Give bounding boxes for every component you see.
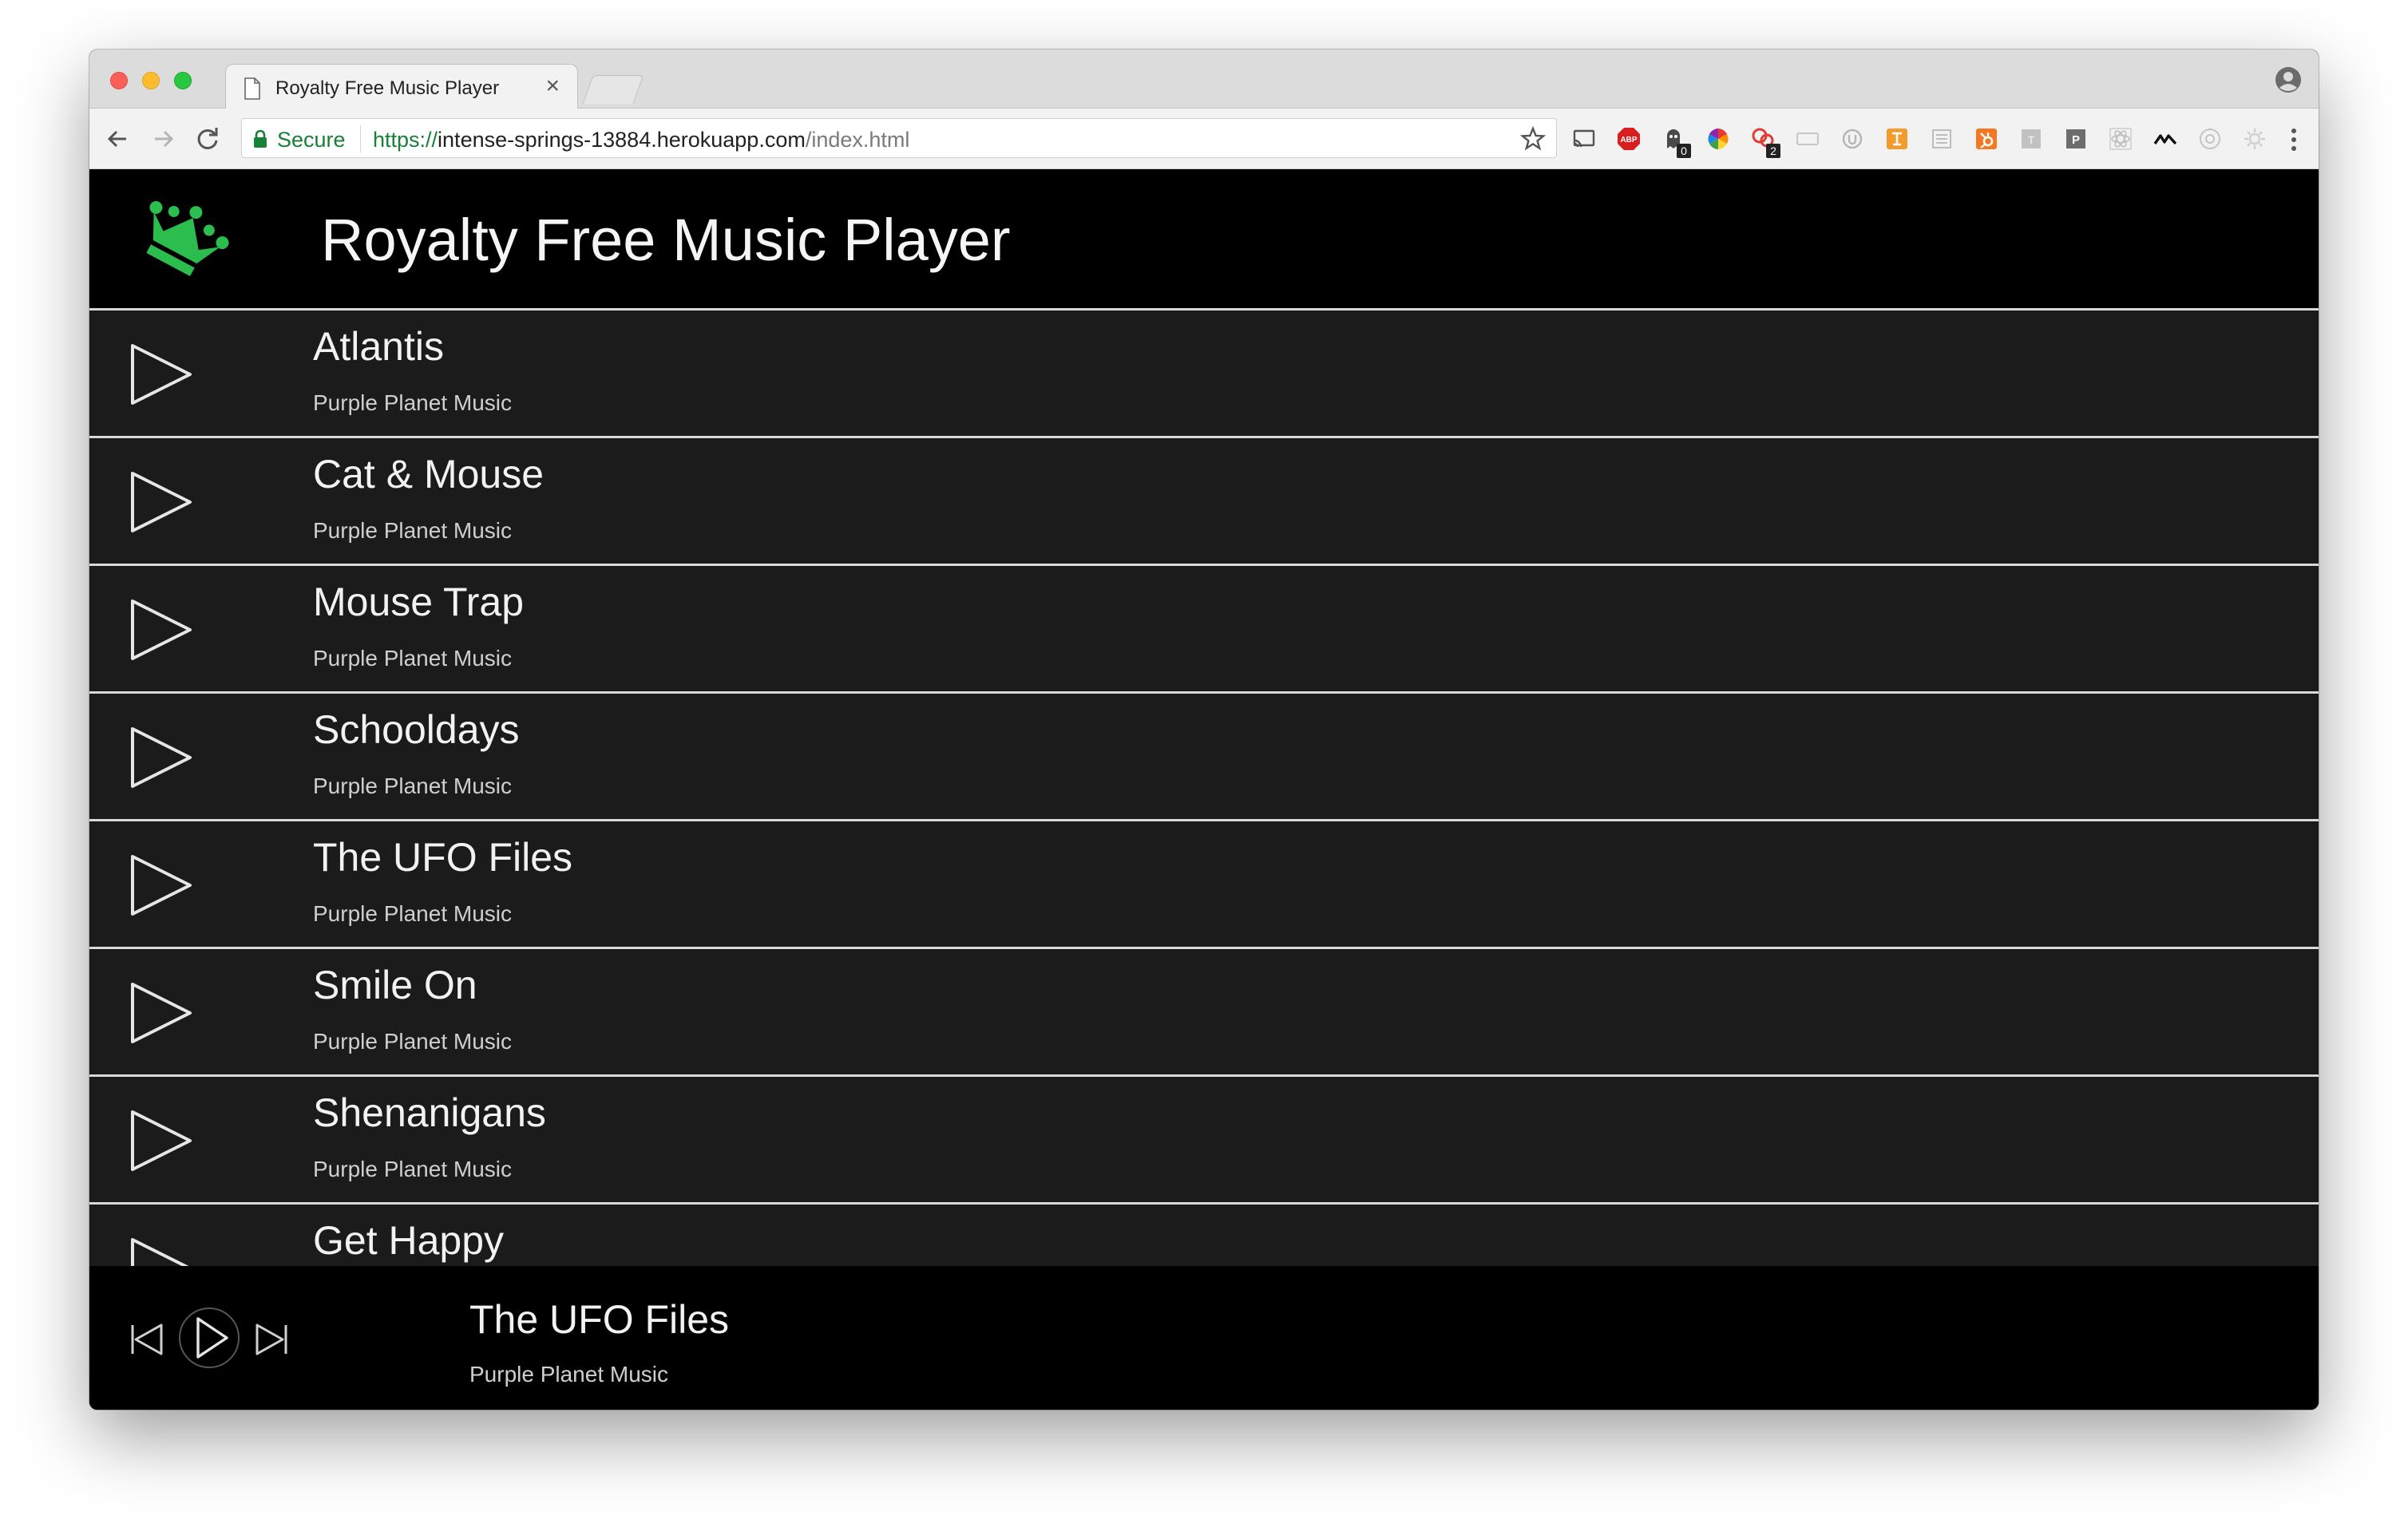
track-row[interactable]: Get Happy: [89, 1202, 2319, 1266]
settings-gear-icon[interactable]: [2242, 126, 2267, 152]
omnibox-divider: [360, 125, 361, 152]
url-host: intense-springs-13884.herokuapp.com: [438, 128, 806, 152]
lastpass-icon[interactable]: [2197, 126, 2223, 152]
keyboard-icon[interactable]: [1795, 126, 1820, 152]
play-icon[interactable]: [128, 852, 195, 919]
previous-track-icon[interactable]: [129, 1322, 164, 1357]
play-icon[interactable]: [128, 979, 195, 1046]
pocket-extension[interactable]: 2: [1750, 126, 1780, 158]
svg-text:T: T: [2028, 134, 2034, 146]
track-title: Cat & Mouse: [313, 452, 545, 497]
track-artist: Purple Planet Music: [313, 901, 513, 926]
track-artist: Purple Planet Music: [313, 646, 513, 671]
crown-logo-icon: [146, 200, 229, 276]
shield-icon[interactable]: [1840, 126, 1865, 152]
track-title: Get Happy: [313, 1218, 505, 1263]
bookmark-star-icon[interactable]: [1519, 125, 1547, 152]
notes-icon[interactable]: [1929, 126, 1955, 152]
react-devtools-icon[interactable]: [2108, 126, 2133, 152]
back-icon[interactable]: [102, 123, 134, 155]
browser-window: Royalty Free Music Player × Secure https…: [89, 49, 2319, 1410]
forward-icon[interactable]: [147, 123, 179, 155]
close-window-button[interactable]: [110, 72, 128, 89]
track-title: Smile On: [313, 963, 477, 1007]
minimize-window-button[interactable]: [142, 72, 160, 89]
music-app: Royalty Free Music Player Atlantis Purpl…: [89, 169, 2319, 1410]
url-text[interactable]: https://intense-springs-13884.herokuapp.…: [373, 128, 909, 152]
play-pause-button[interactable]: [177, 1306, 241, 1370]
track-row[interactable]: The UFO Files Purple Planet Music: [89, 819, 2319, 947]
play-icon[interactable]: [128, 596, 195, 663]
ghostery-badge: 0: [1677, 144, 1691, 158]
track-row[interactable]: Smile On Purple Planet Music: [89, 947, 2319, 1074]
new-tab-button[interactable]: [582, 75, 644, 104]
app-header: Royalty Free Music Player: [89, 169, 2319, 308]
maximize-window-button[interactable]: [174, 72, 192, 89]
track-title: The UFO Files: [313, 835, 573, 880]
track-row[interactable]: Cat & Mouse Purple Planet Music: [89, 436, 2319, 564]
lock-icon: [254, 129, 267, 148]
track-artist: Purple Planet Music: [313, 1157, 513, 1181]
browser-menu-icon[interactable]: [2288, 126, 2299, 153]
svg-text:P: P: [2072, 133, 2080, 147]
ghostery-extension[interactable]: 0: [1661, 126, 1691, 158]
track-title: Atlantis: [313, 324, 444, 369]
pinboard-icon[interactable]: P: [2063, 126, 2089, 152]
translate-icon[interactable]: [1884, 126, 1910, 152]
reload-icon[interactable]: [192, 123, 224, 155]
player-bar: The UFO Files Purple Planet Music: [89, 1266, 2319, 1410]
svg-text:ABP: ABP: [1620, 136, 1637, 144]
track-title: Shenanigans: [313, 1090, 546, 1135]
cast-icon[interactable]: [1571, 126, 1597, 152]
color-wheel-icon[interactable]: [1705, 126, 1731, 152]
browser-toolbar: Secure https://intense-springs-13884.her…: [89, 109, 2319, 169]
tab-strip: Royalty Free Music Player ×: [89, 49, 2319, 110]
play-icon[interactable]: [128, 1235, 195, 1266]
play-icon[interactable]: [128, 724, 195, 791]
track-artist: Purple Planet Music: [313, 773, 513, 798]
secure-label: Secure: [277, 128, 346, 152]
track-artist: Purple Planet Music: [313, 1029, 513, 1054]
track-artist: Purple Planet Music: [313, 518, 513, 543]
now-playing-artist: Purple Planet Music: [469, 1362, 669, 1387]
track-title: Schooldays: [313, 707, 520, 752]
page-icon: [244, 77, 260, 100]
play-icon[interactable]: [128, 1107, 195, 1174]
url-scheme: https://: [373, 128, 438, 152]
hubspot-icon[interactable]: [1974, 126, 1999, 152]
track-row[interactable]: Atlantis Purple Planet Music: [89, 308, 2319, 436]
play-icon[interactable]: [128, 469, 195, 536]
typekit-icon[interactable]: T: [2018, 126, 2044, 152]
wave-icon[interactable]: [2153, 126, 2178, 152]
tab-title: Royalty Free Music Player: [275, 77, 500, 99]
track-row[interactable]: Schooldays Purple Planet Music: [89, 691, 2319, 819]
app-title: Royalty Free Music Player: [321, 207, 1011, 273]
play-icon[interactable]: [128, 341, 195, 408]
url-path: /index.html: [805, 128, 910, 152]
track-row[interactable]: Mouse Trap Purple Planet Music: [89, 564, 2319, 691]
track-title: Mouse Trap: [313, 580, 525, 624]
track-list: Atlantis Purple Planet Music Cat & Mouse…: [89, 308, 2319, 1266]
adblock-icon[interactable]: ABP: [1616, 126, 1642, 152]
profile-icon[interactable]: [2274, 65, 2303, 94]
close-tab-icon[interactable]: ×: [545, 74, 560, 98]
track-artist: Purple Planet Music: [313, 390, 513, 415]
pocket-badge: 2: [1766, 144, 1780, 158]
now-playing-title: The UFO Files: [469, 1297, 730, 1342]
next-track-icon[interactable]: [254, 1322, 289, 1357]
track-row[interactable]: Shenanigans Purple Planet Music: [89, 1074, 2319, 1202]
tab-active[interactable]: Royalty Free Music Player ×: [225, 64, 578, 110]
address-bar[interactable]: Secure https://intense-springs-13884.her…: [241, 118, 1557, 158]
